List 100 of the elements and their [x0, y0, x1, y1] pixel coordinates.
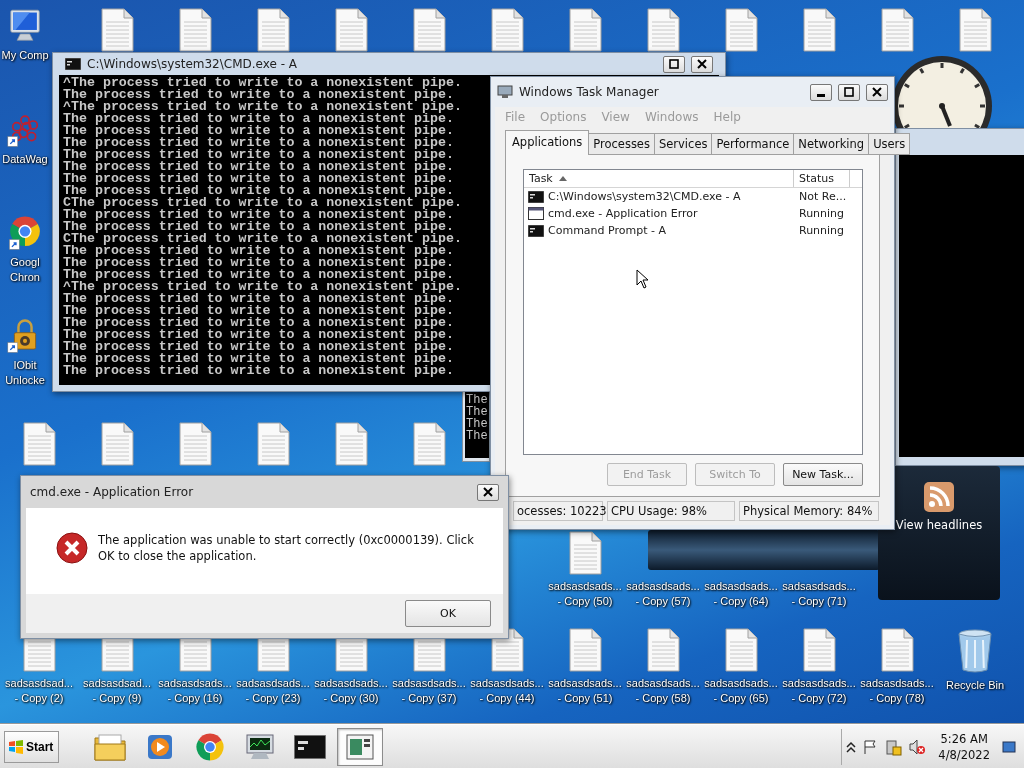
tab[interactable]: Processes: [588, 133, 655, 155]
file-icon[interactable]: [412, 8, 446, 52]
file-icon[interactable]: [646, 628, 680, 672]
monitor-graph-icon: [244, 731, 277, 762]
console-icon: [294, 734, 327, 759]
tab[interactable]: Performance: [711, 133, 795, 155]
rss-icon: [924, 482, 954, 512]
file-icon[interactable]: [958, 8, 992, 52]
cursor-icon: [636, 269, 650, 289]
console-line: The process tried to write to a nonexistent pipe.: [63, 305, 454, 317]
close-button[interactable]: [866, 83, 888, 101]
ok-button[interactable]: OK: [405, 600, 491, 627]
file-icon[interactable]: [22, 422, 56, 466]
windows-logo-icon: [8, 738, 24, 755]
minimize-button[interactable]: [810, 83, 832, 101]
icon-label: sadsasdsads... - Copy (30): [314, 676, 388, 706]
window-title: Windows Task Manager: [519, 85, 660, 99]
tab[interactable]: Applications: [505, 130, 590, 155]
file-icon[interactable]: [256, 422, 290, 466]
close-button[interactable]: [477, 483, 499, 501]
tab[interactable]: Users: [868, 133, 911, 155]
chevron-up-icon[interactable]: [846, 740, 857, 753]
close-icon: [483, 487, 493, 497]
console-line: The process tried to write to a nonexistent pipe.: [63, 149, 454, 161]
icon-label: sadsasdsads... - Copy (72): [782, 676, 856, 706]
console-line: The process tried to write to a nonexistent pipe.: [63, 245, 454, 257]
close-icon: [872, 87, 882, 97]
file-icon[interactable]: [256, 8, 290, 52]
error-icon: [56, 532, 88, 564]
console-icon: [65, 58, 81, 70]
file-icon[interactable]: [334, 422, 368, 466]
clock-date[interactable]: 4/8/2022: [938, 746, 990, 763]
file-icon[interactable]: [724, 8, 758, 52]
task-name[interactable]: cmd.exe - Application Error: [548, 207, 698, 220]
file-icon[interactable]: [178, 8, 212, 52]
error-message: The application was unable to start correctly (0xc0000139). Click OK to close the application.: [98, 532, 475, 564]
console-line: The process tried to write to a nonexistent pipe.: [63, 341, 454, 353]
console-line: The process tried to write to a nonexistent pipe.: [63, 293, 454, 305]
task-name[interactable]: Command Prompt - A: [548, 224, 666, 237]
file-icon[interactable]: [412, 422, 446, 466]
file-icon[interactable]: [568, 531, 602, 575]
tab[interactable]: Services: [653, 133, 713, 155]
console-line: The process tried to write to a nonexistent pipe.: [63, 365, 454, 377]
maximize-button[interactable]: [663, 55, 685, 73]
task-name[interactable]: C:\Windows\system32\CMD.exe - A: [548, 190, 741, 203]
icon-label: sadsasdsads... - Copy (58): [626, 676, 700, 706]
console-line: The process tried to write to a nonexistent pipe.: [63, 317, 454, 329]
file-icon[interactable]: [490, 8, 524, 52]
show-desktop-icon[interactable]: [1002, 739, 1016, 754]
icon-label: DataWag: [2, 152, 48, 167]
chrome-icon: [195, 731, 226, 762]
recycle-bin-icon[interactable]: [955, 628, 995, 674]
file-icon[interactable]: [334, 8, 368, 52]
file-icon[interactable]: [178, 422, 212, 466]
icon-label: sadsasdsads... - Copy (71): [782, 579, 856, 609]
column-header[interactable]: Task: [529, 172, 553, 185]
file-icon[interactable]: [646, 8, 680, 52]
start-button[interactable]: Start: [4, 730, 60, 763]
console-line: The process tried to write to a nonexistent pipe.: [63, 269, 454, 281]
close-icon: [697, 59, 707, 69]
file-icon[interactable]: [880, 628, 914, 672]
file-icon[interactable]: [802, 8, 836, 52]
power-icon[interactable]: [884, 737, 903, 756]
close-button[interactable]: [691, 55, 713, 73]
icon-label: sadsasdsads... - Copy (64): [704, 579, 778, 609]
minimize-icon: [817, 94, 825, 97]
console-line: ^The process tried to write to a nonexistent pipe.: [63, 101, 462, 113]
icon-label: sadsasdsads... - Copy (57): [626, 579, 700, 609]
console-line: The process tried to write to a nonexistent pipe.: [63, 89, 454, 101]
feed-link[interactable]: View headlines: [895, 518, 983, 532]
icon-label: sadsasdsads... - Copy (44): [470, 676, 544, 706]
console-line: The process tried to write to a nonexistent pipe.: [63, 329, 454, 341]
column-header[interactable]: Status: [799, 172, 835, 185]
maximize-button[interactable]: [838, 83, 860, 101]
icon-label: Googl Chron: [10, 255, 40, 285]
tab[interactable]: Networking: [793, 133, 870, 155]
window-title: C:\Windows\system32\CMD.exe - A: [87, 57, 298, 71]
file-icon[interactable]: [802, 628, 836, 672]
console-line: The process tried to write to a nonexistent pipe.: [63, 113, 454, 125]
clock-time[interactable]: 5:26 AM: [940, 730, 988, 747]
icon-label: sadsasdsads... - Copy (37): [392, 676, 466, 706]
icon-label: My Comp: [1, 48, 49, 63]
console-line: The process tried to write to a nonexistent pipe.: [63, 185, 454, 197]
file-icon[interactable]: [568, 8, 602, 52]
action-button[interactable]: New Task...: [783, 463, 863, 486]
icon-label: sadsasdsads... - Copy (16): [158, 676, 232, 706]
console-line: The process tried to write to a nonexistent pipe.: [63, 137, 454, 149]
icon-label: sadsasdsad... - Copy (9): [83, 676, 151, 706]
file-icon[interactable]: [100, 422, 134, 466]
file-icon[interactable]: [100, 8, 134, 52]
volume-muted-icon[interactable]: [908, 738, 927, 755]
file-icon[interactable]: [724, 628, 758, 672]
icon-label: sadsasdsads... - Copy (23): [236, 676, 310, 706]
chrome-icon[interactable]: [8, 215, 42, 251]
icon-label: Recycle Bin: [945, 678, 1005, 693]
sort-arrow-icon: [558, 176, 567, 181]
console-line: The process tried to write to a nonexistent pipe.: [63, 209, 454, 221]
file-icon[interactable]: [880, 8, 914, 52]
flag-icon[interactable]: [862, 738, 879, 755]
file-icon[interactable]: [568, 628, 602, 672]
